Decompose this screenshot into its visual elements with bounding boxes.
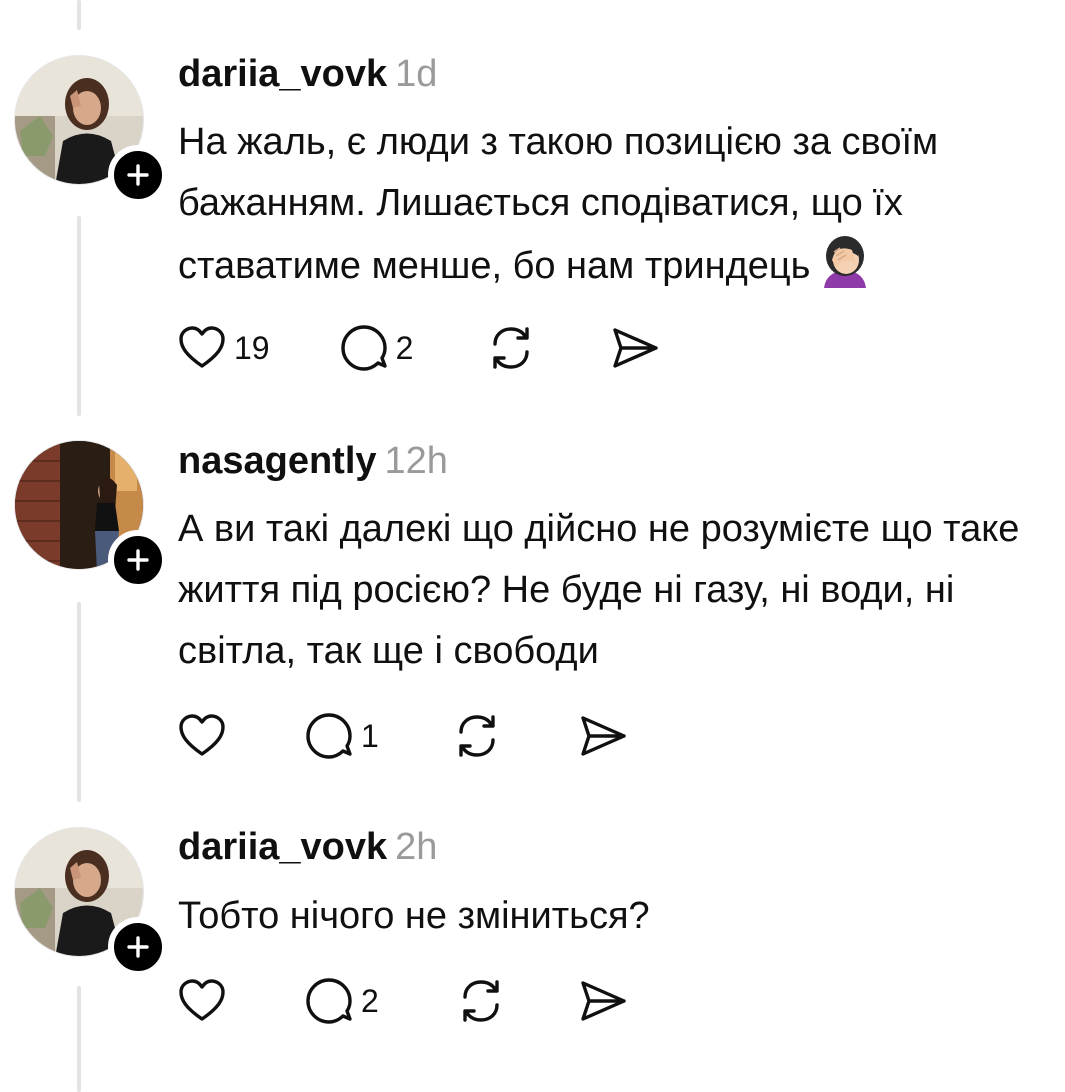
- plus-icon: [127, 936, 149, 958]
- like-button[interactable]: 19: [176, 322, 270, 374]
- like-button[interactable]: [176, 710, 228, 762]
- share-button[interactable]: [577, 975, 629, 1027]
- like-button[interactable]: [176, 975, 228, 1027]
- thread-line: [77, 986, 81, 1092]
- action-bar: 1: [176, 706, 629, 766]
- follow-button[interactable]: [108, 917, 168, 977]
- comment-icon: [340, 325, 387, 371]
- face-palm-emoji: [818, 234, 872, 307]
- plus-icon: [127, 164, 149, 186]
- avatar[interactable]: [14, 55, 168, 205]
- reply-count: 2: [395, 329, 414, 366]
- repost-button[interactable]: [453, 973, 509, 1029]
- repost-button[interactable]: [449, 708, 505, 764]
- reply-button[interactable]: 2: [338, 322, 414, 374]
- heart-icon: [179, 979, 225, 1021]
- follow-button[interactable]: [108, 145, 168, 205]
- post-body: Тобто нічого не зміниться?: [178, 886, 1058, 947]
- post-body: А ви такі далекі що дійсно не розумієте …: [178, 499, 1058, 682]
- timestamp: 1d: [395, 53, 438, 95]
- username[interactable]: dariia_vovk: [178, 826, 387, 868]
- avatar[interactable]: [14, 440, 168, 590]
- post-text: Тобто нічого не зміниться?: [178, 895, 650, 937]
- repost-icon: [493, 327, 530, 369]
- thread-line: [77, 602, 81, 802]
- action-bar: 19 2: [176, 318, 661, 378]
- username[interactable]: dariia_vovk: [178, 53, 387, 95]
- thread-line: [77, 0, 81, 30]
- repost-icon: [463, 980, 499, 1022]
- share-button[interactable]: [577, 710, 629, 762]
- comment-icon: [306, 713, 352, 759]
- follow-button[interactable]: [108, 530, 168, 590]
- avatar[interactable]: [14, 827, 168, 977]
- heart-icon: [179, 714, 225, 756]
- like-count: 19: [234, 329, 270, 366]
- reply-count: 1: [361, 717, 379, 754]
- send-icon: [613, 328, 659, 368]
- send-icon: [581, 716, 626, 756]
- plus-icon: [127, 549, 149, 571]
- username[interactable]: nasagently: [178, 440, 377, 482]
- reply-button[interactable]: 1: [303, 710, 379, 762]
- repost-button[interactable]: [483, 320, 539, 376]
- comment-icon: [306, 978, 352, 1024]
- share-button[interactable]: [609, 322, 661, 374]
- send-icon: [581, 981, 626, 1021]
- timestamp: 2h: [395, 826, 438, 868]
- timestamp: 12h: [384, 440, 448, 482]
- heart-icon: [179, 326, 225, 368]
- repost-icon: [459, 715, 495, 757]
- thread-line: [77, 216, 81, 416]
- post-body: На жаль, є люди з такою позицією за свої…: [178, 112, 1058, 307]
- reply-count: 2: [361, 982, 379, 1019]
- action-bar: 2: [176, 971, 629, 1031]
- reply-button[interactable]: 2: [303, 975, 379, 1027]
- post-text: А ви такі далекі що дійсно не розумієте …: [178, 508, 1020, 672]
